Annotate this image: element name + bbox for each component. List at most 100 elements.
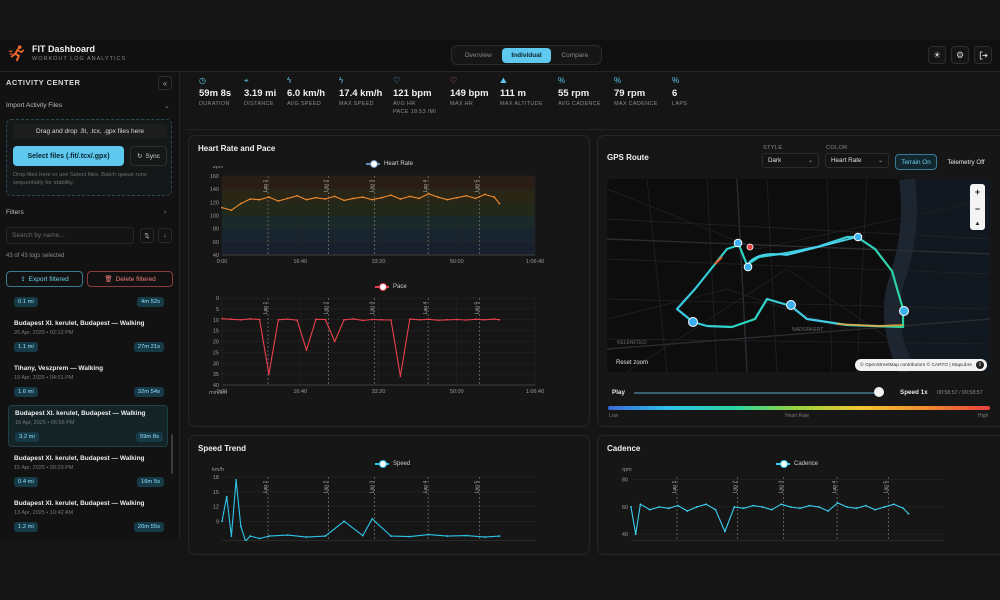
route-map[interactable]: NÁDORKERT KELENFÖLD + − ▲ Reset zoom © O… [607,179,990,372]
y-axis-unit: rpm [622,467,632,473]
stats-bar: ◷ 59m 8s DURATION ⌖ 3.19 mi DISTANCE ϟ 6… [186,72,1000,130]
activity-title: Tihany, Veszprem — Walking [14,365,104,372]
compass-button[interactable]: ▲ [975,221,981,227]
data-point [427,533,430,536]
playback-slider-thumb[interactable] [874,387,884,397]
color-select[interactable]: Heart Rate ⌄ [825,153,889,168]
data-point [390,535,392,537]
stat-label: MAX ALTITUDE [500,101,543,107]
speed-chart[interactable]: 9 12 15 18 km/h Lap 1 Lap 2 Lap 3 Lap 4 Lap 5 [189,466,589,541]
percent-icon: % [672,76,680,85]
stat-pace-sub: PACE 18:53 /MI [393,109,437,115]
pace-chart[interactable]: 0510152025303540min/km0:00 16:40 33:20 50:0… [189,291,589,396]
list-item[interactable]: Budapest XI. kerulet, Budapest — Walking… [8,451,168,491]
theme-toggle-button[interactable]: ☀ [928,46,946,64]
chevron-down-icon[interactable]: ⌄ [164,102,170,110]
cadence-chart[interactable]: 40 60 80 rpm Lap 1 Lap 2 Lap 3 Lap 4 Lap 5 [598,466,998,541]
route-marker[interactable] [786,300,796,310]
data-point [221,206,223,209]
info-icon[interactable]: i [976,361,984,369]
stat-avg-cadence: % 55 rpm AVG CADENCE [558,76,601,107]
sort-direction-button[interactable]: ↓ [158,228,172,243]
zoom-controls: + − ▲ [970,184,985,230]
data-point [352,317,355,320]
gradient-low-label: Low [609,413,619,419]
list-item[interactable]: Budapest XI. kerulet, Budapest — Walking… [8,496,168,536]
map-attribution[interactable]: © OpenStreetMap contributors © CARTO | M… [855,359,987,371]
data-point [343,199,345,202]
route-marker[interactable] [853,232,863,242]
x-tick-label: 1:06:40 [526,259,544,265]
search-input[interactable] [6,227,134,244]
data-point [498,318,501,321]
tab-compare[interactable]: Compare [551,48,599,63]
data-point [230,535,233,537]
select-files-button[interactable]: Select files (.fit/.tcx/.gpx) [13,146,124,166]
pace-legend[interactable]: Pace [375,283,407,291]
activity-date: 13 Apr, 2025 • 10:42 AM [14,510,74,516]
duration-badge: 27m 21s [133,342,164,352]
style-select[interactable]: Dark ⌄ [762,153,819,168]
zoom-out-button[interactable]: − [975,204,980,214]
chevron-right-icon[interactable]: › [164,209,166,216]
playback-slider[interactable] [634,392,884,394]
list-item-selected[interactable]: Budapest XI. kerulet, Budapest — Walking… [8,405,168,447]
list-item[interactable]: Budapest XI. kerulet, Budapest — Walking… [8,316,168,356]
list-scrollbar[interactable] [171,434,173,474]
data-point [493,318,496,320]
file-dropzone[interactable]: Drag and drop .fit, .tcx, .gpx files her… [6,119,172,196]
list-item[interactable]: Tihany, Veszprem — Walking 19 Apr, 2025 … [8,361,168,401]
playback-speed-button[interactable]: Speed 1x [900,389,928,396]
filters-section-header[interactable]: Filters [6,209,24,216]
percent-icon: % [558,76,566,85]
y-tick-label: 120 [210,200,219,206]
telemetry-toggle-button[interactable]: Telemetry Off [942,154,990,170]
data-point [286,197,289,200]
duration-badge: 32m 54s [133,387,164,397]
zoom-in-button[interactable]: + [975,187,980,197]
import-section-header[interactable]: Import Activity Files [6,102,62,109]
data-point [390,194,392,196]
data-point [225,495,228,498]
sync-button[interactable]: ↻ Sync [130,146,167,166]
stat-label: AVG HR [393,101,416,107]
data-point [465,534,468,537]
lap-label: Lap 1 [263,180,269,193]
data-point [324,198,327,200]
tab-overview[interactable]: Overview [454,48,502,63]
data-point [883,506,886,508]
color-value: Heart Rate [831,157,862,164]
play-button[interactable]: Play [612,389,625,396]
data-point [343,520,345,523]
heart-rate-chart[interactable]: 406080100120140160bpm0:00 16:40 33:20 50:00… [189,166,589,266]
collapse-sidebar-button[interactable]: « [158,76,172,90]
route-marker[interactable] [743,262,753,272]
data-point [658,506,661,508]
sort-button[interactable]: ⇅ [140,228,154,243]
distance-badge: 1.2 mi [14,522,38,532]
terrain-toggle-button[interactable]: Terrain On [895,154,937,170]
logout-button[interactable] [974,46,992,64]
stat-max-speed: ϟ 17.4 km/h MAX SPEED [339,76,382,107]
route-marker[interactable] [733,238,743,248]
y-tick-label: 80 [213,227,219,233]
bolt-icon: ϟ [287,76,292,85]
reset-zoom-button[interactable]: Reset zoom [616,360,648,366]
route-end-marker[interactable] [746,243,754,251]
tab-individual[interactable]: Individual [502,47,551,63]
stat-max-altitude: ⛰︎ 111 m MAX ALTITUDE [500,76,543,107]
export-filtered-button[interactable]: ⇪ Export filtered [6,271,83,287]
data-point [333,340,336,343]
settings-button[interactable]: ⚙ [951,46,969,64]
stat-value: 6 [672,88,678,99]
delete-label: Delete filtered [115,275,156,283]
y-tick-label: 0 [216,296,219,302]
gear-icon: ⚙ [955,49,965,60]
list-item[interactable]: 0.1 mi 4m 52s [8,294,168,312]
route-marker[interactable] [688,317,698,327]
y-tick-label: 160 [210,174,219,180]
header-actions: ☀ ⚙ [928,46,992,64]
delete-filtered-button[interactable]: 🗑︎ Delete filtered [87,271,173,287]
route-marker[interactable] [899,306,909,316]
app-subtitle: WORKOUT LOG ANALYTICS [32,56,127,62]
